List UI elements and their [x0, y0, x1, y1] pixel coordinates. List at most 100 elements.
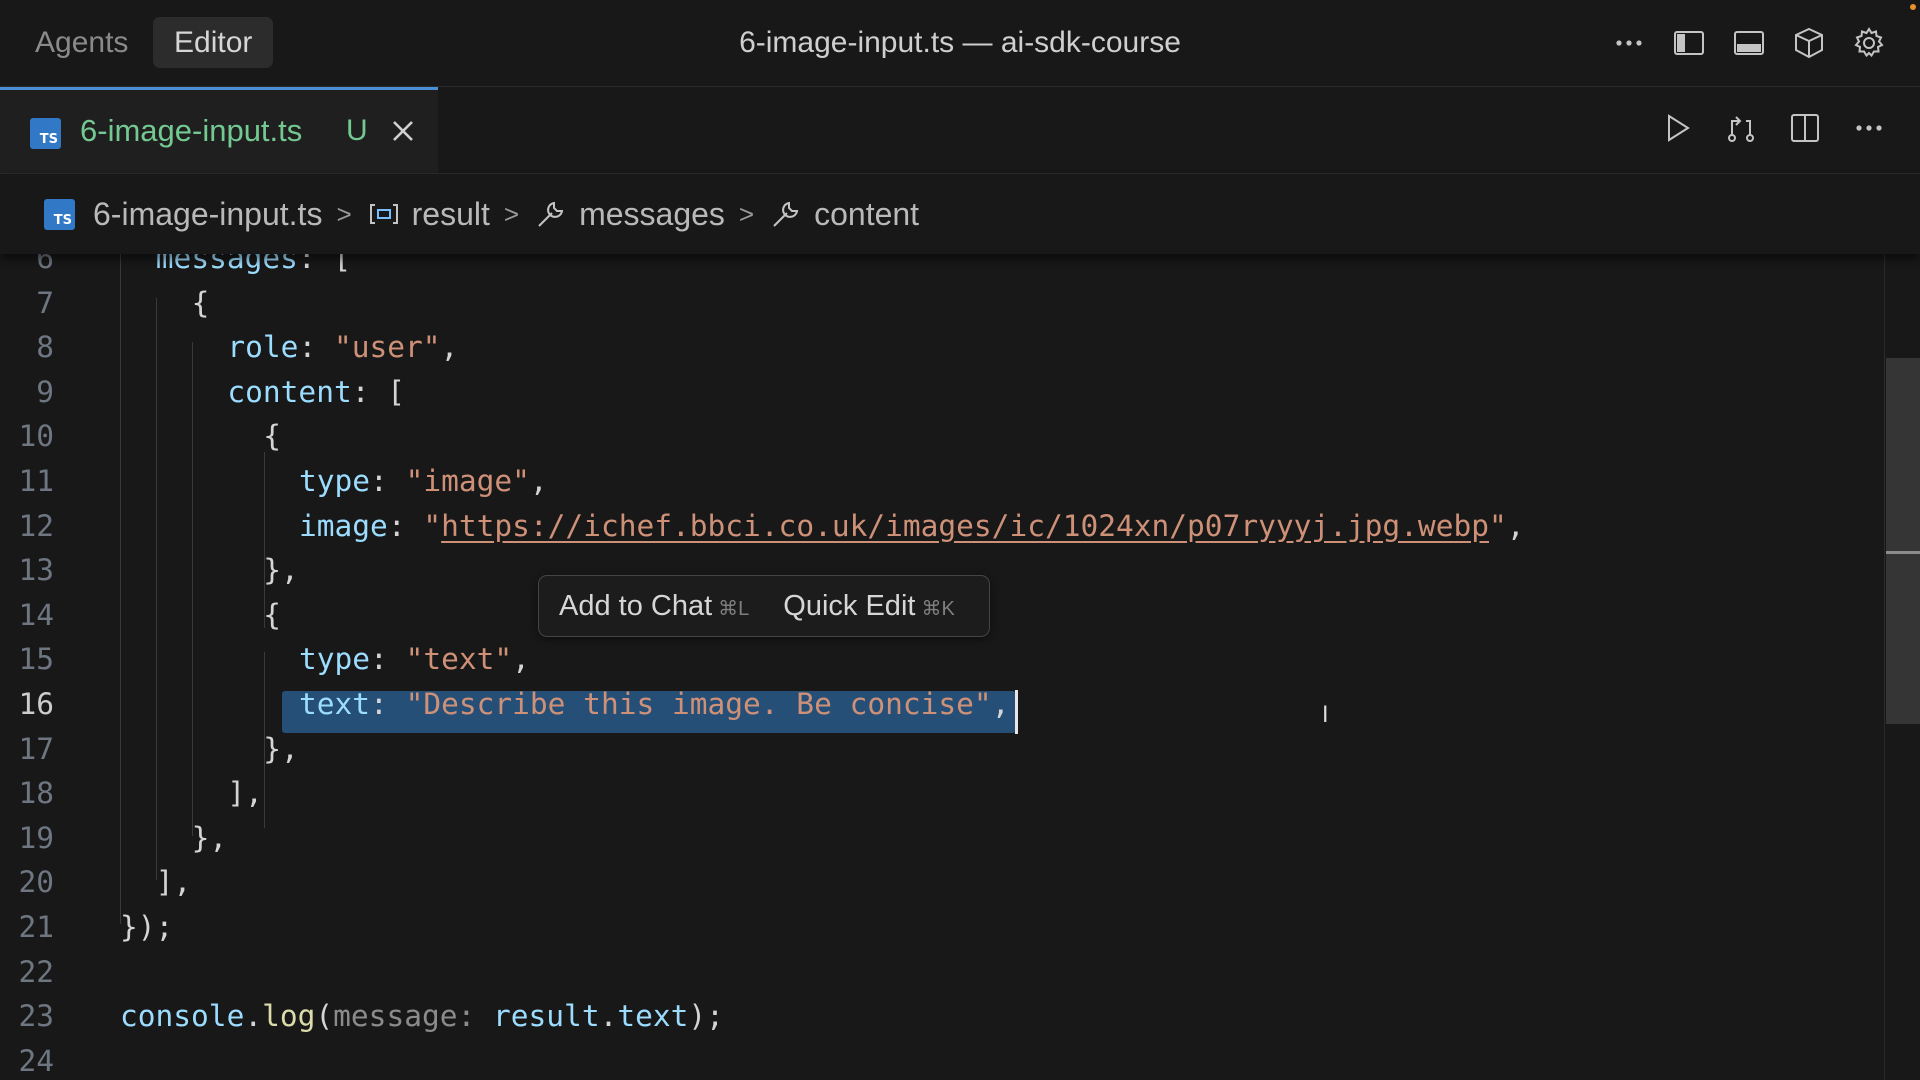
breadcrumb-item-content[interactable]: content	[768, 196, 919, 233]
chevron-right-icon: >	[336, 198, 352, 229]
code-token: .	[599, 999, 618, 1034]
code-token: (	[315, 999, 334, 1034]
toggle-panel-icon[interactable]	[1728, 22, 1770, 64]
run-icon[interactable]	[1656, 107, 1698, 149]
code-token: log	[262, 999, 316, 1034]
code-line[interactable]: 19},	[0, 816, 1884, 860]
code-editor[interactable]: 6 messages: [7{8 role: "user", 9 content: [1…	[0, 254, 1884, 1080]
line-number: 8	[36, 330, 54, 365]
property-wrench-icon	[533, 196, 569, 232]
line-number: 11	[18, 464, 54, 498]
code-line[interactable]: 6 messages: [	[0, 254, 1884, 280]
code-line[interactable]: 21});	[0, 905, 1884, 949]
breadcrumb-label: content	[814, 195, 920, 232]
tab-agents[interactable]: Agents	[14, 17, 149, 68]
code-line[interactable]: 9 content: [	[0, 370, 1884, 414]
code-token: ,	[512, 642, 530, 677]
code-token: });	[120, 910, 174, 944]
code-token: {	[263, 597, 281, 632]
code-token: {	[191, 285, 210, 320]
title-bar-actions	[1608, 22, 1890, 64]
code-token: "image"	[405, 464, 530, 498]
code-token: role	[227, 330, 299, 365]
code-line[interactable]: 15 type: "text",	[0, 637, 1884, 681]
line-number: 22	[18, 954, 54, 989]
line-number: 24	[18, 1043, 54, 1078]
source-control-compare-icon[interactable]	[1720, 107, 1762, 149]
code-line[interactable]: 11 type: "image",	[0, 459, 1884, 503]
breadcrumb-file[interactable]: 6-image-input.ts	[93, 196, 322, 233]
more-horizontal-icon[interactable]	[1608, 22, 1650, 64]
line-number: 10	[18, 419, 54, 454]
code-line[interactable]: 23 console.log(message: result.text);	[0, 994, 1884, 1038]
cube-icon[interactable]	[1788, 22, 1830, 64]
add-to-chat-button[interactable]: Add to Chat ⌘L	[559, 590, 749, 623]
property-wrench-icon	[768, 196, 804, 232]
breadcrumb-item-messages[interactable]: messages	[533, 196, 725, 233]
code-token: );	[688, 999, 724, 1034]
code-token: : [	[297, 254, 352, 275]
breadcrumb-label: messages	[579, 195, 725, 232]
line-number: 14	[18, 597, 54, 632]
line-number: 9	[36, 374, 54, 409]
code-text: type: "text",	[299, 637, 530, 681]
line-number: 18	[18, 776, 54, 811]
tab-editor[interactable]: Editor	[153, 17, 274, 68]
code-line[interactable]: 22	[0, 950, 1884, 994]
code-line[interactable]: 7{	[0, 281, 1884, 325]
line-number: 20	[18, 865, 54, 900]
code-token: :	[370, 464, 406, 498]
code-line[interactable]: 12 image: "https://ichef.bbci.co.uk/image…	[0, 504, 1884, 548]
tab-file-name: 6-image-input.ts	[80, 113, 303, 148]
code-line[interactable]: 18],	[0, 771, 1884, 815]
code-text: ],	[156, 860, 192, 904]
code-token: image	[299, 508, 388, 543]
code-text: },	[192, 816, 228, 860]
line-number: 7	[36, 285, 54, 320]
code-line[interactable]: 24	[0, 1039, 1884, 1080]
code-token: .	[244, 999, 263, 1034]
git-status-badge: U	[346, 114, 368, 147]
quick-edit-button[interactable]: Quick Edit ⌘K	[783, 590, 955, 623]
breadcrumb-item-result[interactable]: result	[366, 196, 490, 233]
code-line[interactable]: 10 {	[0, 414, 1884, 458]
code-token: },	[263, 731, 299, 766]
code-token: ,	[991, 687, 1010, 721]
code-text: type: "image",	[299, 459, 548, 503]
more-actions-icon[interactable]	[1848, 107, 1890, 149]
close-icon[interactable]	[388, 116, 418, 146]
code-line[interactable]: 8 role: "user",	[0, 325, 1884, 369]
editor-tab-active[interactable]: TS 6-image-input.ts U	[0, 87, 438, 173]
quick-edit-label: Quick Edit	[783, 589, 916, 622]
code-line[interactable]: 20],	[0, 860, 1884, 904]
code-token: ],	[155, 865, 192, 900]
split-editor-icon[interactable]	[1784, 107, 1826, 149]
code-token: ,	[529, 464, 548, 498]
code-token: "	[423, 508, 442, 543]
code-text: },	[263, 727, 299, 771]
code-token: ],	[227, 776, 263, 811]
line-number: 23	[18, 999, 54, 1034]
code-line[interactable]: 17},	[0, 727, 1884, 771]
code-line[interactable]: 16 text: "Describe this image. Be concise…	[0, 682, 1884, 726]
code-token: ,	[440, 330, 459, 365]
scrollbar-thumb[interactable]	[1886, 358, 1920, 724]
line-number: 12	[18, 508, 54, 543]
quick-edit-shortcut: ⌘K	[921, 597, 955, 620]
code-text: messages: [	[156, 254, 351, 280]
selection-action-widget: Add to Chat ⌘L Quick Edit ⌘K	[538, 575, 990, 637]
code-token: "user"	[333, 330, 441, 365]
code-token: :	[370, 642, 406, 677]
code-token: ,	[1506, 508, 1525, 543]
toggle-sidebar-icon[interactable]	[1668, 22, 1710, 64]
settings-gear-icon[interactable]	[1848, 22, 1890, 64]
chevron-right-icon: >	[503, 198, 520, 229]
code-text: text: "Describe this image. Be concise",	[299, 682, 1009, 726]
typescript-file-icon: TS	[30, 118, 61, 149]
code-token: message:	[333, 999, 476, 1034]
code-token: :	[298, 330, 334, 365]
code-token: text	[299, 687, 371, 721]
code-token: : [	[351, 374, 406, 409]
code-token: :	[387, 508, 424, 543]
code-text: },	[263, 548, 299, 592]
